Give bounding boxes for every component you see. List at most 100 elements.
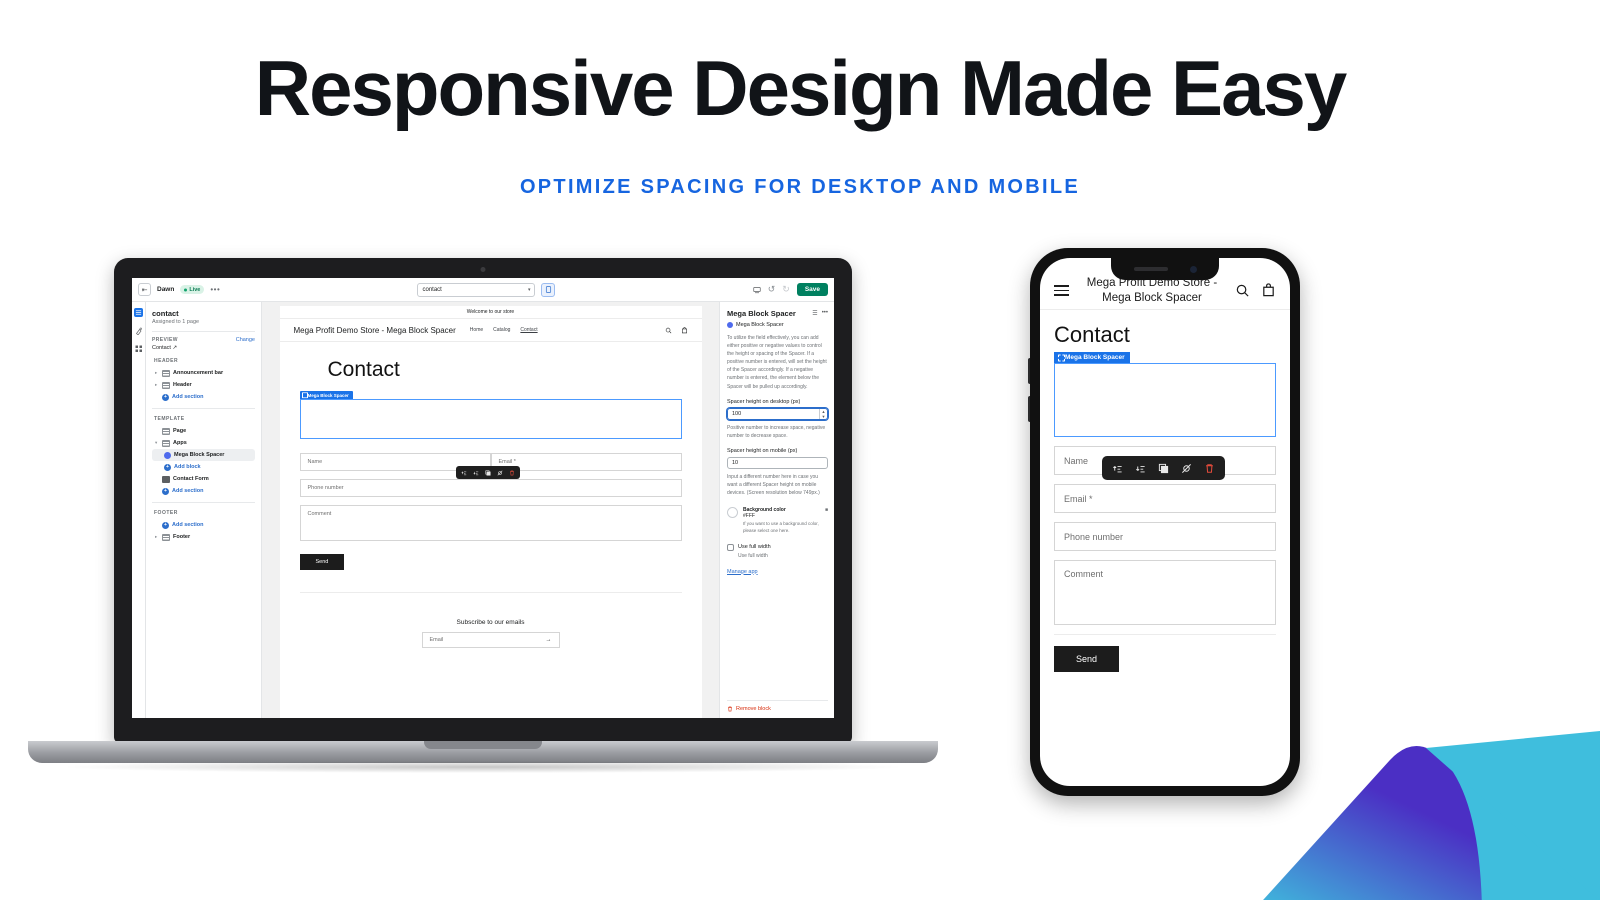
group-label-template: TEMPLATE (154, 416, 185, 422)
page-select[interactable]: contact ▾ (417, 282, 536, 297)
move-down-icon[interactable] (473, 470, 479, 476)
change-link[interactable]: Change (236, 337, 255, 343)
sidebar-item-contact-form[interactable]: Contact Form (152, 473, 255, 485)
storefront-body: Contact Mega Block Spacer Name Email * P… (280, 342, 702, 648)
trash-icon[interactable] (1204, 463, 1215, 474)
phone-notch (1111, 258, 1219, 280)
sections-icon[interactable] (134, 308, 143, 317)
newsletter-email-input[interactable]: Email → (421, 632, 560, 648)
volume-down-button[interactable] (1028, 396, 1030, 422)
section-icon (162, 439, 170, 447)
trash-icon[interactable] (509, 470, 515, 476)
add-section-header-button[interactable]: + Add section (152, 391, 255, 403)
status-badge: Live (180, 285, 205, 294)
desktop-height-stepper[interactable]: ▲ ▼ (819, 408, 827, 419)
background-color-texts: Background color #FFF If you want to use… (743, 507, 820, 535)
template-subtitle: Assigned to 1 page (152, 319, 200, 325)
laptop-screen: ⇤ Dawn Live ••• contact ▾ ↺ ↻ Save conta… (132, 278, 834, 718)
duplicate-icon[interactable] (484, 469, 491, 476)
redo-icon[interactable]: ↻ (782, 284, 790, 295)
header-icons (665, 326, 688, 334)
color-swatch[interactable] (727, 506, 738, 518)
arrow-right-icon[interactable]: → (546, 637, 552, 643)
full-width-checkbox-row[interactable]: Use full width (727, 543, 828, 551)
hide-icon[interactable] (1181, 463, 1192, 474)
sidebar-item-header[interactable]: ▸ Header (152, 379, 255, 391)
laptop-camera-icon (480, 267, 486, 272)
device-preview-icon[interactable] (753, 286, 761, 294)
block-floating-toolbar (455, 466, 520, 479)
apps-icon[interactable] (134, 344, 143, 353)
settings-title: Mega Block Spacer (727, 309, 796, 318)
hide-icon[interactable] (497, 470, 503, 476)
mobile-send-button[interactable]: Send (1054, 646, 1120, 672)
sidebar-item-announcement-bar[interactable]: ▸ Announcement bar (152, 367, 255, 379)
app-icon (727, 322, 733, 328)
mobile-email-input[interactable]: Email * (1054, 484, 1276, 513)
search-icon[interactable] (1235, 283, 1250, 298)
full-width-checkbox[interactable] (727, 543, 734, 551)
mobile-preview-icon[interactable] (541, 282, 556, 297)
sidebar-item-label: Add block (174, 464, 201, 470)
store-brand[interactable]: Mega Profit Demo Store - Mega Block Spac… (294, 326, 456, 335)
plus-icon: + (162, 487, 169, 495)
add-section-template-button[interactable]: + Add section (152, 485, 255, 497)
hamburger-icon[interactable] (1054, 285, 1069, 296)
phone-screen: Mega Profit Demo Store - Mega Block Spac… (1040, 258, 1290, 786)
cart-icon[interactable] (1261, 283, 1276, 298)
laptop-notch-foot (424, 741, 542, 749)
mobile-height-input[interactable]: 10 (727, 456, 828, 469)
drag-handle-icon[interactable]: ☰ (812, 310, 817, 317)
storefront-header: Mega Profit Demo Store - Mega Block Spac… (279, 319, 702, 342)
undo-icon[interactable]: ↺ (768, 284, 776, 295)
sidebar-item-footer[interactable]: ▸ Footer (152, 531, 255, 543)
plus-icon: + (164, 463, 171, 471)
more-menu-icon[interactable]: ••• (210, 285, 220, 293)
volume-up-button[interactable] (1028, 358, 1030, 384)
remove-block-row[interactable]: Remove block (727, 700, 828, 718)
duplicate-icon[interactable] (1158, 463, 1169, 474)
page-title: Responsive Design Made Easy (254, 44, 1347, 132)
mobile-spacer-block[interactable]: Mega Block Spacer (1054, 352, 1276, 437)
phone-input[interactable]: Phone number (299, 479, 682, 497)
save-button[interactable]: Save (796, 283, 828, 296)
nav-catalog[interactable]: Catalog (493, 327, 510, 333)
comment-textarea[interactable]: Comment (299, 505, 682, 541)
mail-icon (162, 475, 170, 483)
app-identity: Mega Block Spacer (727, 322, 828, 328)
move-up-icon[interactable] (461, 470, 467, 476)
background-color-hex: #FFF (743, 512, 755, 519)
move-up-icon[interactable] (1112, 463, 1123, 474)
back-panel-icon[interactable]: ⇤ (138, 283, 151, 296)
sidebar-item-apps[interactable]: ▾ Apps (152, 437, 255, 449)
editor-rail (132, 302, 146, 718)
add-block-button[interactable]: + Add block (152, 461, 255, 473)
mobile-form: Name Email * Phone number Comment Send (1054, 446, 1276, 672)
sidebar-item-mega-block-spacer[interactable]: Mega Block Spacer (152, 449, 255, 461)
mobile-phone-input[interactable]: Phone number (1054, 522, 1276, 551)
desktop-height-input[interactable]: 100 ▲ ▼ (727, 407, 828, 420)
chevron-right-icon: ▸ (155, 382, 158, 387)
more-menu-icon[interactable]: ••• (822, 310, 828, 317)
chevron-right-icon: ▸ (155, 534, 158, 539)
sidebar-item-page[interactable]: Page (152, 425, 255, 437)
add-section-footer-button[interactable]: + Add section (152, 519, 255, 531)
search-icon[interactable] (665, 327, 672, 334)
sidebar-item-label: Add section (172, 488, 204, 494)
send-button[interactable]: Send (299, 554, 345, 570)
move-down-icon[interactable] (1135, 463, 1146, 474)
nav-home[interactable]: Home (470, 327, 483, 333)
spacer-region[interactable] (299, 399, 682, 439)
preview-value[interactable]: Contact ↗ (152, 345, 255, 351)
mobile-comment-textarea[interactable]: Comment (1054, 560, 1276, 625)
cart-icon[interactable] (681, 326, 688, 334)
nav-contact[interactable]: Contact (520, 327, 537, 333)
phone-mockup: Mega Profit Demo Store - Mega Block Spac… (1028, 248, 1300, 796)
desktop-height-help: Positive number to increase space, negat… (727, 424, 826, 439)
mobile-spacer-region[interactable] (1054, 363, 1276, 437)
stepper-down-icon[interactable]: ▼ (820, 414, 827, 419)
background-color-setting[interactable]: Background color #FFF If you want to use… (727, 506, 828, 535)
color-picker-icon[interactable]: ■ (825, 507, 828, 513)
mega-block-spacer-block[interactable]: Mega Block Spacer (299, 391, 682, 439)
theme-settings-icon[interactable] (134, 326, 143, 335)
